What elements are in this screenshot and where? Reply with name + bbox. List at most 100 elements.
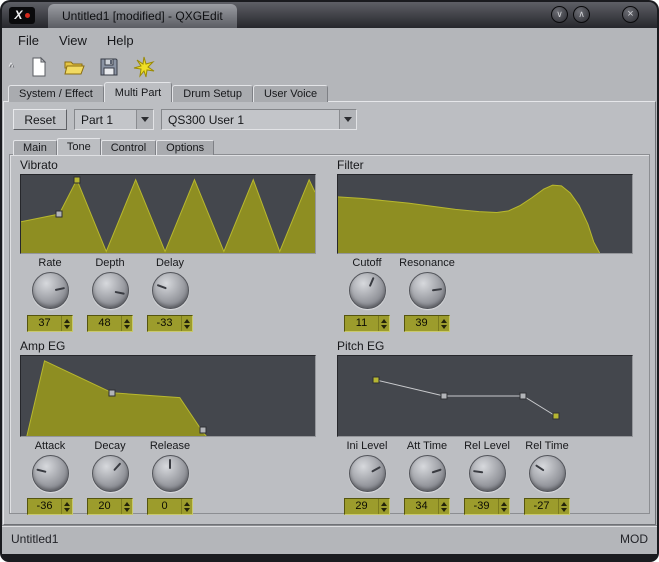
main-tab-bar: System / Effect Multi Part Drum Setup Us… [2,82,657,102]
spin-down-arrow[interactable] [184,325,190,329]
graph-handle[interactable] [552,413,559,420]
spin-up-arrow[interactable] [561,502,567,506]
new-file-button[interactable] [27,55,51,79]
menu-file[interactable]: File [8,30,49,51]
open-file-button[interactable] [62,55,86,79]
decay-spinbox[interactable]: 20 [87,498,133,515]
subtab-main[interactable]: Main [13,140,57,155]
spin-up-arrow[interactable] [184,319,190,323]
spin-up-arrow[interactable] [64,319,70,323]
rel-level-knob[interactable] [469,455,506,492]
vibrato-wave [21,175,315,253]
spin-up-arrow[interactable] [124,319,130,323]
spin-down-arrow[interactable] [441,508,447,512]
graph-handle[interactable] [200,427,207,434]
rel-level-spinbox[interactable]: -39 [464,498,510,515]
ini-level-column: Ini Level 29 [337,439,397,515]
tab-multi-part[interactable]: Multi Part [104,82,172,102]
uservoice-button[interactable] [132,55,156,79]
ini-level-knob[interactable] [349,455,386,492]
status-mod-badge: MOD [620,532,648,546]
shade-button[interactable]: ∨ [551,6,568,23]
pitch-eg-graph[interactable] [337,355,633,437]
att-time-knob[interactable] [409,455,446,492]
rel-time-spinbox[interactable]: -27 [524,498,570,515]
spin-up-arrow[interactable] [381,319,387,323]
spin-down-arrow[interactable] [561,508,567,512]
subtab-tone[interactable]: Tone [57,138,101,155]
panel-filter: Filter Cutoff 11 [337,158,639,332]
maximize-button[interactable]: ∧ [573,6,590,23]
depth-label: Depth [95,256,124,270]
rel-level-column: Rel Level -39 [457,439,517,515]
graph-handle[interactable] [109,389,116,396]
spin-up-arrow[interactable] [441,502,447,506]
amp-eg-graph[interactable] [20,355,316,437]
voice-combobox-arrow[interactable] [339,110,356,129]
delay-column: Delay -33 [140,256,200,332]
decay-knob[interactable] [92,455,129,492]
att-time-spinbox[interactable]: 34 [404,498,450,515]
reset-button[interactable]: Reset [13,109,67,130]
spin-down-arrow[interactable] [124,325,130,329]
knob-tick [114,290,124,294]
spin-up-arrow[interactable] [124,502,130,506]
close-button[interactable]: × [622,6,639,23]
menu-help[interactable]: Help [97,30,144,51]
subtab-options[interactable]: Options [156,140,214,155]
voice-combobox[interactable]: QS300 User 1 [161,109,357,130]
attack-knob[interactable] [32,455,69,492]
spin-up-arrow[interactable] [501,502,507,506]
spin-down-arrow[interactable] [64,325,70,329]
graph-handle[interactable] [73,176,80,183]
menu-view[interactable]: View [49,30,97,51]
rate-knob[interactable] [32,272,69,309]
vibrato-graph[interactable] [20,174,316,254]
sub-tab-bar: Main Tone Control Options [13,138,655,155]
tab-system-effect[interactable]: System / Effect [8,85,104,102]
cutoff-knob[interactable] [349,272,386,309]
spin-up-arrow[interactable] [184,502,190,506]
spin-up-arrow[interactable] [381,502,387,506]
rate-spinbox[interactable]: 37 [27,315,73,332]
attack-spinbox[interactable]: -36 [27,498,73,515]
graph-handle[interactable] [56,211,63,218]
spin-down-arrow[interactable] [381,325,387,329]
release-spinbox[interactable]: 0 [147,498,193,515]
spin-down-arrow[interactable] [124,508,130,512]
delay-spinbox[interactable]: -33 [147,315,193,332]
delay-knob[interactable] [152,272,189,309]
spin-up-arrow[interactable] [441,319,447,323]
graph-handle[interactable] [520,393,527,400]
toolbar-handle[interactable]: ^ [6,62,16,73]
title-bar[interactable]: X Untitled1 [modified] - QXGEdit ∨ ∧ × [2,2,657,28]
resonance-knob[interactable] [409,272,446,309]
cutoff-spinbox[interactable]: 11 [344,315,390,332]
spin-down-arrow[interactable] [381,508,387,512]
release-knob[interactable] [152,455,189,492]
graph-handle[interactable] [373,377,380,384]
spin-down-arrow[interactable] [64,508,70,512]
panel-amp-eg: Amp EG Attack -36 [20,339,322,515]
spin-down-arrow[interactable] [184,508,190,512]
tab-user-voice[interactable]: User Voice [253,85,328,102]
save-file-button[interactable] [97,55,121,79]
ini-level-label: Ini Level [347,439,388,453]
rel-time-knob[interactable] [529,455,566,492]
tab-drum-setup[interactable]: Drum Setup [172,85,253,102]
part-combobox-arrow[interactable] [136,110,153,129]
spin-down-arrow[interactable] [441,325,447,329]
subtab-control[interactable]: Control [101,140,156,155]
depth-knob[interactable] [92,272,129,309]
knob-tick [156,285,166,290]
spin-up-arrow[interactable] [64,502,70,506]
open-file-icon [63,56,85,78]
depth-spinbox[interactable]: 48 [87,315,133,332]
filter-graph[interactable] [337,174,633,254]
spin-down-arrow[interactable] [501,508,507,512]
part-combobox[interactable]: Part 1 [74,109,154,130]
app-window: X Untitled1 [modified] - QXGEdit ∨ ∧ × F… [0,0,659,562]
ini-level-spinbox[interactable]: 29 [344,498,390,515]
resonance-spinbox[interactable]: 39 [404,315,450,332]
graph-handle[interactable] [440,393,447,400]
